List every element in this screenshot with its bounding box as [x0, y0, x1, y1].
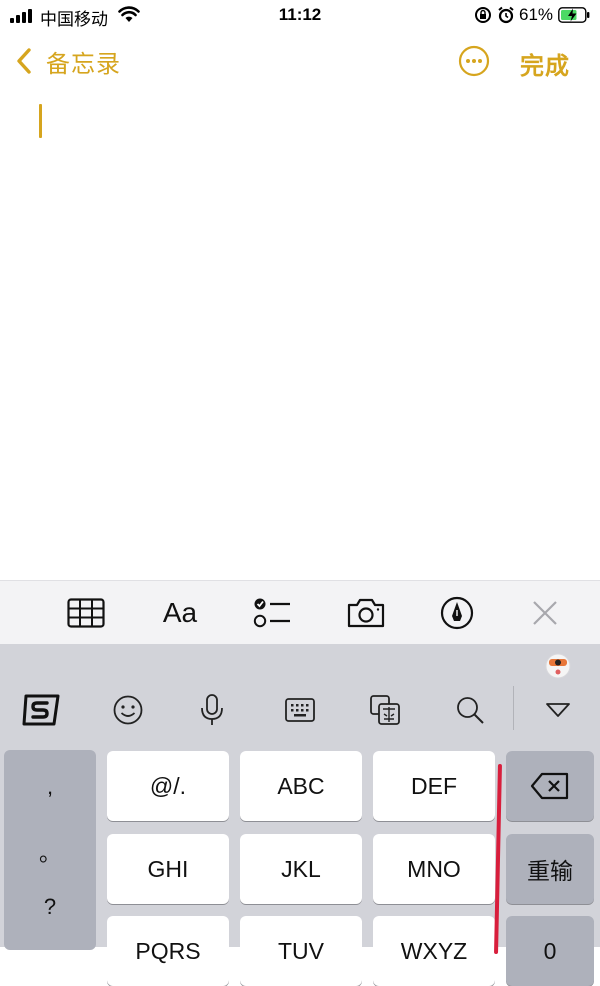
voice-input-button[interactable]	[192, 690, 232, 730]
camera-icon	[347, 598, 385, 628]
delete-key[interactable]	[506, 751, 594, 821]
camera-button[interactable]	[345, 595, 387, 631]
table-icon	[67, 598, 105, 628]
close-toolbar-button[interactable]	[530, 595, 560, 631]
text-format-button[interactable]: Aa	[160, 595, 200, 631]
back-button-label: 备忘录	[46, 50, 121, 78]
search-button[interactable]	[450, 690, 490, 730]
back-button[interactable]: 备忘录	[14, 46, 121, 78]
triangle-down-icon	[546, 703, 570, 717]
key-9[interactable]: WXYZ	[373, 916, 495, 986]
candidate-bar-divider	[513, 686, 514, 730]
key-8[interactable]: TUV	[240, 916, 362, 986]
keyboard-switch-button[interactable]	[280, 690, 320, 730]
markup-button[interactable]	[438, 595, 476, 631]
translate-button[interactable]	[365, 690, 405, 730]
note-editor[interactable]	[0, 90, 600, 578]
skin-mascot-icon[interactable]	[543, 650, 573, 680]
smiley-icon	[113, 695, 143, 725]
annotation-red-line	[494, 763, 502, 955]
key-4[interactable]: GHI	[107, 834, 229, 904]
key-7[interactable]: PQRS	[107, 916, 229, 986]
backspace-icon	[530, 772, 569, 800]
sogou-keyboard: , 。 ? @/. ABC DEF GHI JKL MNO PQRS TUV W…	[0, 644, 600, 986]
punctuation-comma-key[interactable]: ,	[4, 774, 96, 800]
done-button[interactable]: 完成	[520, 46, 570, 81]
key-1[interactable]: @/.	[107, 751, 229, 821]
punctuation-question-key[interactable]: ?	[4, 894, 96, 920]
battery-percentage: 61%	[519, 5, 554, 24]
sogou-logo-icon	[22, 694, 60, 726]
translate-icon	[370, 695, 400, 725]
sogou-logo-button[interactable]	[22, 690, 62, 730]
microphone-icon	[201, 694, 223, 725]
reenter-key[interactable]: 重输	[506, 834, 594, 904]
navigation-bar: 备忘录 完成	[0, 36, 600, 86]
key-6[interactable]: MNO	[373, 834, 495, 904]
key-5[interactable]: JKL	[240, 834, 362, 904]
key-3[interactable]: DEF	[373, 751, 495, 821]
notes-format-toolbar: Aa	[0, 580, 600, 645]
rotation-lock-icon	[475, 7, 491, 23]
table-button[interactable]	[66, 595, 106, 631]
checklist-icon	[253, 598, 290, 628]
keyboard-icon	[285, 698, 315, 722]
alarm-icon	[498, 6, 514, 24]
hide-keyboard-button[interactable]	[538, 690, 578, 730]
search-icon	[457, 697, 484, 724]
emoji-button[interactable]	[108, 690, 148, 730]
close-icon	[533, 601, 557, 625]
status-bar: 中国移动 11:12 61%	[0, 0, 600, 32]
more-options-icon[interactable]	[458, 45, 490, 77]
markup-pen-icon	[440, 596, 474, 630]
checklist-button[interactable]	[252, 595, 292, 631]
chevron-left-icon	[17, 48, 31, 74]
punctuation-period-key[interactable]: 。	[4, 836, 96, 868]
text-cursor	[39, 104, 42, 138]
punctuation-column: , 。 ?	[4, 750, 96, 950]
keyboard-candidate-bar	[0, 644, 600, 748]
zero-key[interactable]: 0	[506, 916, 594, 986]
key-2[interactable]: ABC	[240, 751, 362, 821]
battery-charging-icon	[558, 7, 590, 23]
